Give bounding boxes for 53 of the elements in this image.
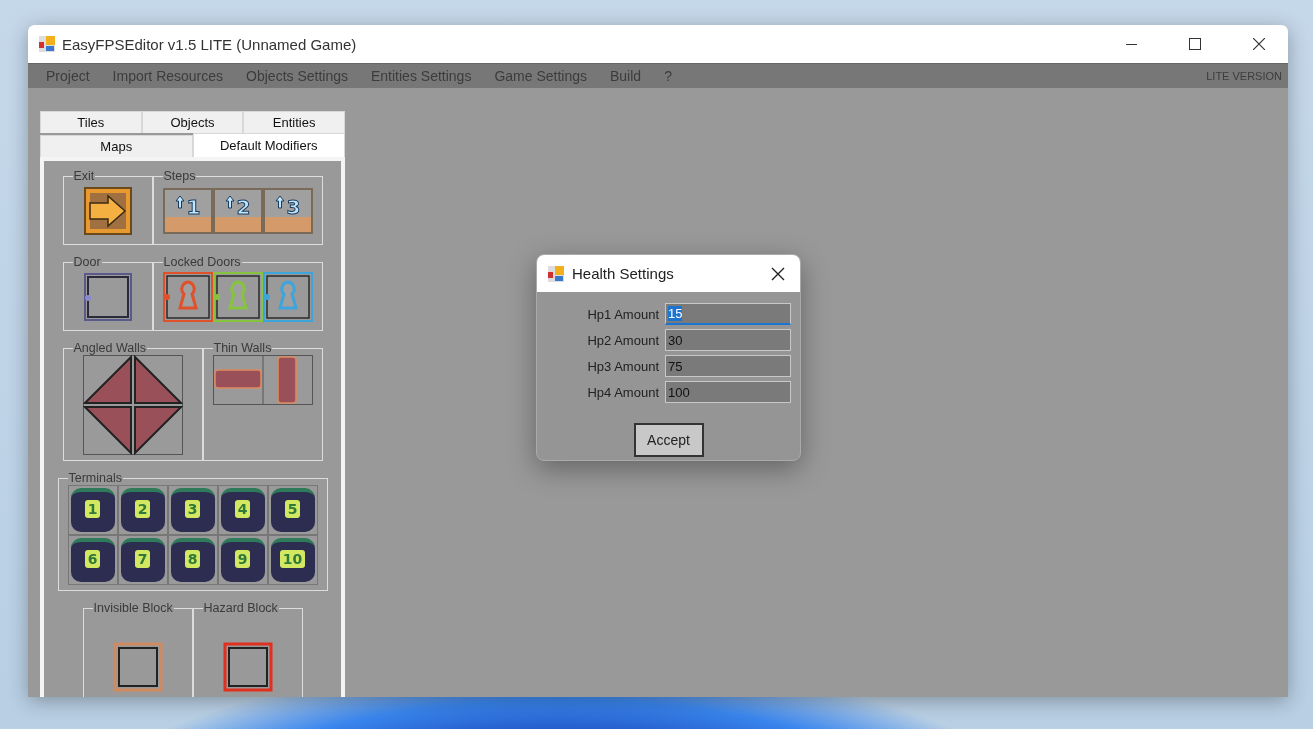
minimize-icon <box>1125 43 1137 45</box>
terminal-tile[interactable]: 8 <box>167 534 218 585</box>
group-label: Terminals <box>67 471 123 485</box>
locked-door-icon[interactable] <box>262 271 313 322</box>
terminal-tile[interactable]: 2 <box>117 484 168 535</box>
terminal-tile[interactable]: 4 <box>217 484 268 535</box>
dialog-title: Health Settings <box>572 265 675 282</box>
amount-field[interactable]: 30 <box>665 329 791 351</box>
door-icon[interactable] <box>83 272 132 321</box>
group-label: Thin Walls <box>212 341 273 355</box>
close-icon <box>1253 38 1265 50</box>
locked-door-icon[interactable] <box>212 271 263 322</box>
app-icon <box>38 35 56 53</box>
angled-walls-drawing[interactable] <box>82 354 183 455</box>
tab[interactable]: Default Modifiers <box>192 133 345 157</box>
group-label: Angled Walls <box>72 341 147 355</box>
terminal-tile[interactable]: 9 <box>217 534 268 585</box>
tab[interactable]: Tiles <box>40 111 142 133</box>
group-label: Exit <box>72 169 96 183</box>
app-icon <box>547 264 565 283</box>
locked-door-icon[interactable] <box>162 271 213 322</box>
field-label: Hp4 Amount <box>586 384 659 400</box>
invisible-block-icon[interactable] <box>112 642 163 692</box>
maximize-icon <box>1189 38 1201 50</box>
up-arrow-icon <box>224 194 235 209</box>
edition-label: LITE VERSION <box>1206 70 1282 82</box>
amount-field[interactable]: 100 <box>665 381 791 403</box>
group-label: Hazard Block <box>202 601 279 615</box>
thin-walls-drawing[interactable] <box>212 355 313 405</box>
terminal-tile[interactable]: 5 <box>267 484 318 535</box>
terminal-tile[interactable]: 7 <box>117 534 168 585</box>
field-label: Hp2 Amount <box>586 332 659 348</box>
terminal-tile[interactable]: 3 <box>167 484 218 535</box>
amount-field[interactable]: 75 <box>665 355 791 377</box>
group-label: Door <box>72 255 102 269</box>
field-label: Hp1 Amount <box>586 306 659 322</box>
window-title: EasyFPSEditor v1.5 LITE (Unnamed Game) <box>62 35 358 53</box>
tab[interactable]: Maps <box>40 135 193 157</box>
group-label: Steps <box>162 169 197 183</box>
tab[interactable]: Entities <box>243 111 345 133</box>
group-label: Locked Doors <box>162 255 242 269</box>
accept-button[interactable]: Accept <box>633 423 704 457</box>
close-icon <box>771 266 785 281</box>
up-arrow-icon <box>274 194 285 209</box>
terminal-tile[interactable]: 10 <box>267 534 318 585</box>
field-label: Hp3 Amount <box>586 358 659 374</box>
terminal-tile[interactable]: 6 <box>67 534 118 585</box>
up-arrow-icon <box>174 194 185 209</box>
tab[interactable]: Objects <box>141 111 244 133</box>
hazard-block-icon[interactable] <box>222 642 273 692</box>
terminal-tile[interactable]: 1 <box>67 484 118 535</box>
group-label: Invisible Block <box>92 601 174 615</box>
amount-field[interactable]: 15 <box>665 303 791 325</box>
